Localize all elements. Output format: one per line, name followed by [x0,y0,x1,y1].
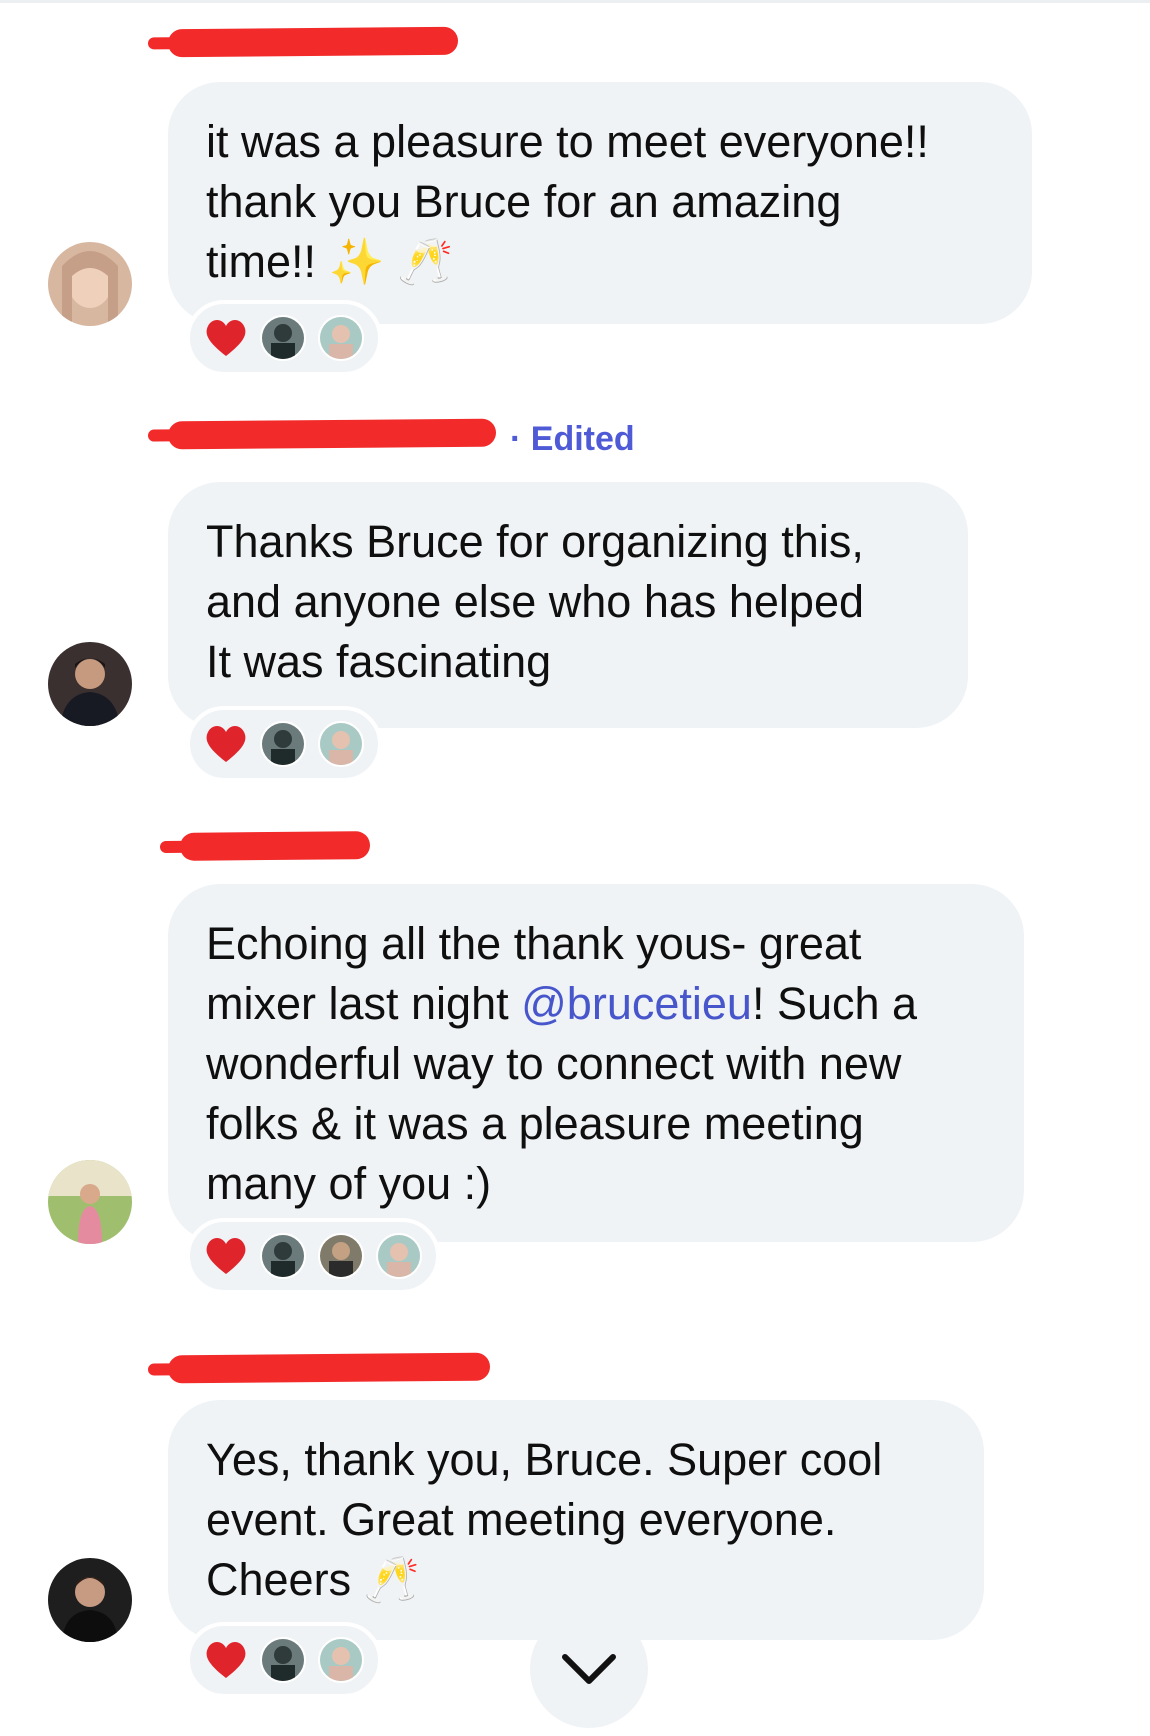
reactor-avatar[interactable] [260,315,306,361]
reactor-avatar[interactable] [318,315,364,361]
message-line: time!! [206,236,317,287]
message-line: Yes, thank you, Bruce. Super cool [206,1434,883,1485]
avatar[interactable] [48,1558,132,1642]
message-text: mixer last night [206,978,522,1029]
avatar[interactable] [48,242,132,326]
redacted-author-name [179,831,371,861]
mention-link[interactable]: @brucetieu [521,978,752,1029]
message-line: many of you :) [206,1158,492,1209]
message-bubble[interactable]: Echoing all the thank yous- great mixer … [168,884,1024,1242]
message-line: Thanks Bruce for organizing this, [206,516,864,567]
reaction-bar[interactable] [186,1218,440,1294]
message-line: wonderful way to connect with new [206,1038,902,1089]
reactor-avatar[interactable] [260,1233,306,1279]
avatar[interactable] [48,1160,132,1244]
message-line-with-emoji: Cheers 🥂 [206,1550,946,1610]
reactor-avatar[interactable] [260,721,306,767]
heart-icon [206,320,246,356]
reactor-avatar[interactable] [260,1637,306,1683]
redacted-author-name [167,418,497,450]
message-line-with-mention: mixer last night @brucetieu! Such a [206,974,986,1034]
message-emoji: ✨ 🥂 [328,236,454,287]
message-bubble[interactable]: it was a pleasure to meet everyone!! tha… [168,82,1032,324]
heart-icon [206,1642,246,1678]
redacted-author-name [167,1352,491,1384]
reactor-avatar[interactable] [318,721,364,767]
edited-label: · Edited [510,420,635,458]
heart-icon [206,1238,246,1274]
message-line-with-emoji: time!! ✨ 🥂 [206,232,994,292]
reaction-bar[interactable] [186,1622,382,1698]
reactor-avatar[interactable] [318,1637,364,1683]
message-line: it was a pleasure to meet everyone!! [206,116,929,167]
top-divider [0,0,1150,3]
message-line: It was fascinating [206,636,552,687]
message-emoji: 🥂 [363,1554,420,1605]
message-bubble[interactable]: Thanks Bruce for organizing this, and an… [168,482,968,728]
reaction-bar[interactable] [186,706,382,782]
redacted-author-name [167,26,459,58]
message-line: Cheers [206,1554,352,1605]
heart-icon [206,726,246,762]
message-text: ! Such a [751,978,918,1029]
chevron-down-icon [562,1654,616,1684]
avatar[interactable] [48,642,132,726]
message-line: event. Great meeting everyone. [206,1494,837,1545]
message-line: folks & it was a pleasure meeting [206,1098,864,1149]
message-line: thank you Bruce for an amazing [206,176,842,227]
scroll-to-bottom-button[interactable] [530,1610,648,1728]
message-line: and anyone else who has helped [206,576,865,627]
reactor-avatar[interactable] [376,1233,422,1279]
message-bubble[interactable]: Yes, thank you, Bruce. Super cool event.… [168,1400,984,1640]
reaction-bar[interactable] [186,300,382,376]
message-line: Echoing all the thank yous- great [206,918,862,969]
reactor-avatar[interactable] [318,1233,364,1279]
